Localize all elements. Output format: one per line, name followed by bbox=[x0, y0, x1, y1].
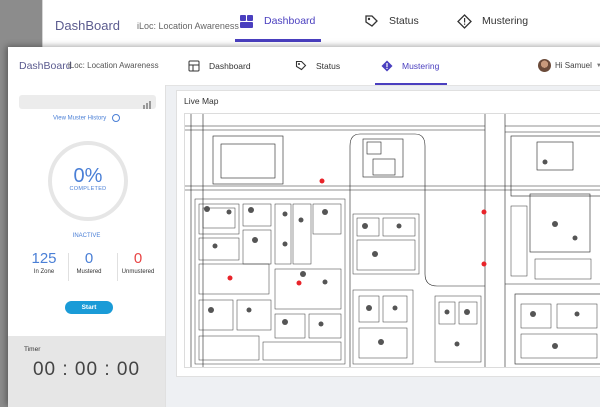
app-window: DashBoard iLoc: Location Awareness Dashb… bbox=[8, 47, 600, 407]
app-subtitle: iLoc: Location Awareness bbox=[68, 61, 159, 70]
start-button[interactable]: Start bbox=[65, 301, 113, 314]
tab-mustering[interactable]: Mustering bbox=[374, 47, 448, 85]
tab-status[interactable]: Status bbox=[295, 47, 340, 85]
chevron-down-icon: ▼ bbox=[595, 62, 600, 69]
tab-label: Dashboard bbox=[264, 15, 316, 27]
alert-icon bbox=[457, 13, 472, 29]
history-link-label: View Muster History bbox=[53, 115, 107, 122]
user-menu[interactable]: Hi Samuel ▼ bbox=[538, 59, 600, 72]
tab-dashboard[interactable]: Dashboard bbox=[188, 47, 251, 85]
stat-mustered: 0 Mustered bbox=[65, 250, 113, 275]
timer-value: 00 : 00 : 00 bbox=[32, 359, 141, 380]
dashboard-icon bbox=[239, 14, 254, 29]
progress-percent: 0% bbox=[73, 165, 103, 187]
tab-label: Mustering bbox=[482, 15, 529, 27]
muster-history-link[interactable]: View Muster History bbox=[8, 114, 165, 122]
tag-icon bbox=[364, 14, 379, 29]
stat-value: 0 bbox=[84, 250, 94, 267]
alert-icon bbox=[381, 60, 393, 72]
muster-status: INACTIVE bbox=[72, 233, 101, 239]
stat-value: 125 bbox=[31, 250, 57, 267]
sidebar: View Muster History 0% COMPLETED INACTIV… bbox=[8, 85, 166, 407]
tab-label: Dashboard bbox=[209, 61, 251, 71]
info-icon bbox=[111, 114, 120, 122]
tab-dashboard[interactable]: Dashboard bbox=[234, 0, 322, 42]
app-subtitle: iLoc: Location Awareness bbox=[137, 21, 239, 31]
tag-icon bbox=[295, 60, 307, 72]
tab-mustering[interactable]: Mustering bbox=[457, 0, 528, 42]
live-map[interactable] bbox=[184, 113, 600, 368]
bar-chart-icon[interactable] bbox=[142, 97, 152, 109]
timer-panel: Timer 00 : 00 : 00 bbox=[8, 336, 165, 407]
tab-label: Status bbox=[389, 15, 419, 27]
tab-label: Status bbox=[316, 61, 341, 71]
stat-label: Unmustered bbox=[121, 269, 155, 275]
app-brand: DashBoard bbox=[19, 60, 72, 72]
user-greeting: Hi Samuel bbox=[555, 61, 592, 70]
dashboard-icon bbox=[188, 60, 200, 72]
live-map-card: Live Map bbox=[176, 90, 600, 377]
search-input[interactable] bbox=[19, 95, 156, 109]
tab-label: Mustering bbox=[402, 61, 440, 71]
progress-label: COMPLETED bbox=[69, 186, 107, 192]
avatar bbox=[538, 59, 551, 72]
tab-status[interactable]: Status bbox=[364, 0, 419, 42]
stat-in-zone: 125 In Zone bbox=[20, 250, 68, 275]
header-bar: DashBoard iLoc: Location Awareness Dashb… bbox=[8, 47, 600, 86]
floor-plan bbox=[185, 114, 600, 367]
stat-label: Mustered bbox=[76, 269, 102, 275]
stat-value: 0 bbox=[133, 250, 143, 267]
app-brand: DashBoard bbox=[55, 18, 121, 33]
stat-label: In Zone bbox=[33, 269, 55, 275]
stat-unmustered: 0 Unmustered bbox=[114, 250, 162, 275]
live-map-title: Live Map bbox=[184, 96, 219, 106]
timer-title: Timer bbox=[24, 346, 41, 353]
